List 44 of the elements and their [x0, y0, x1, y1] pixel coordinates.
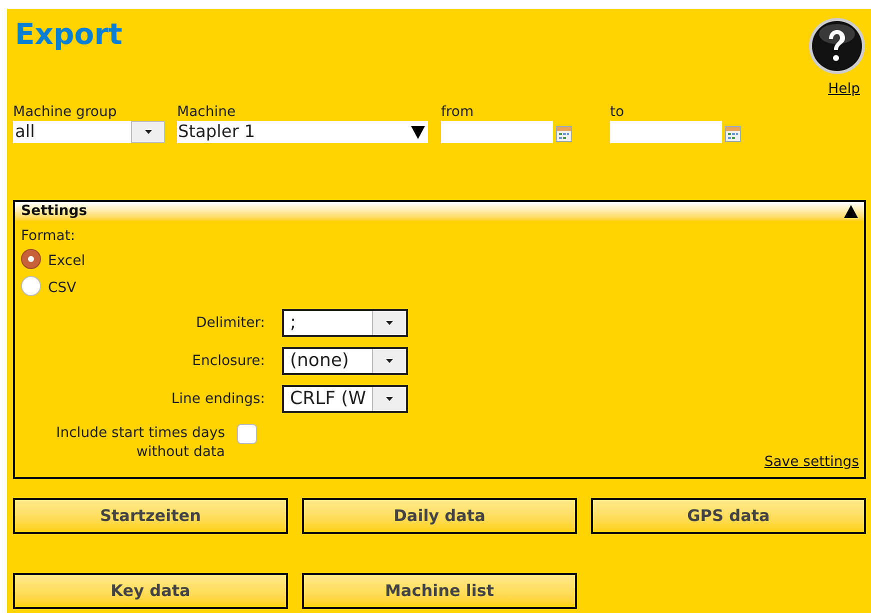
format-label: Format: — [21, 227, 76, 245]
collapse-icon[interactable] — [844, 205, 858, 218]
caret-icon — [411, 125, 425, 139]
field-label: Line endings: — [170, 390, 265, 408]
dropdown-button[interactable] — [131, 121, 165, 143]
radio-button[interactable] — [21, 276, 41, 296]
calendar-icon[interactable] — [725, 126, 741, 142]
date-field[interactable] — [610, 121, 722, 143]
checkbox-label: Include start times days without data — [55, 424, 225, 462]
action-button[interactable]: Daily data — [302, 498, 577, 534]
radio-label: CSV — [48, 279, 76, 298]
field-label: Enclosure: — [191, 352, 265, 370]
checkbox[interactable] — [237, 424, 257, 444]
page-title: Export — [15, 17, 122, 53]
help-link[interactable]: Help — [828, 79, 860, 100]
panel-header[interactable]: Settings — [15, 202, 864, 221]
field-label: Delimiter: — [194, 314, 265, 332]
dropdown[interactable]: all — [13, 121, 165, 143]
radio-label: Excel — [48, 252, 86, 271]
caret-icon — [386, 321, 393, 325]
calendar-icon[interactable] — [556, 126, 572, 142]
dropdown-button[interactable] — [372, 311, 406, 335]
dropdown-button[interactable] — [372, 387, 406, 411]
date-field[interactable] — [441, 121, 553, 143]
field-label: Machine — [177, 104, 237, 121]
caret-icon — [386, 397, 393, 401]
field-label: from — [441, 104, 475, 121]
dropdown-button[interactable] — [372, 349, 406, 373]
dropdown[interactable]: Stapler 1 — [177, 121, 428, 143]
dropdown[interactable]: CRLF (W — [282, 385, 408, 413]
radio-button[interactable] — [21, 248, 41, 268]
action-button[interactable]: Key data — [13, 573, 288, 609]
action-button[interactable]: GPS data — [591, 498, 866, 534]
field-label: Machine group — [13, 104, 118, 121]
help-icon[interactable] — [808, 17, 866, 75]
action-button[interactable]: Machine list — [302, 573, 577, 609]
panel-title: Settings — [21, 202, 88, 221]
save-settings-link[interactable]: Save settings — [764, 452, 859, 473]
caret-icon — [144, 130, 152, 134]
action-button[interactable]: Startzeiten — [13, 498, 288, 534]
field-label: to — [610, 104, 626, 121]
caret-icon — [386, 359, 393, 363]
dropdown[interactable]: (none) — [282, 347, 408, 375]
dropdown[interactable]: ; — [282, 309, 408, 337]
